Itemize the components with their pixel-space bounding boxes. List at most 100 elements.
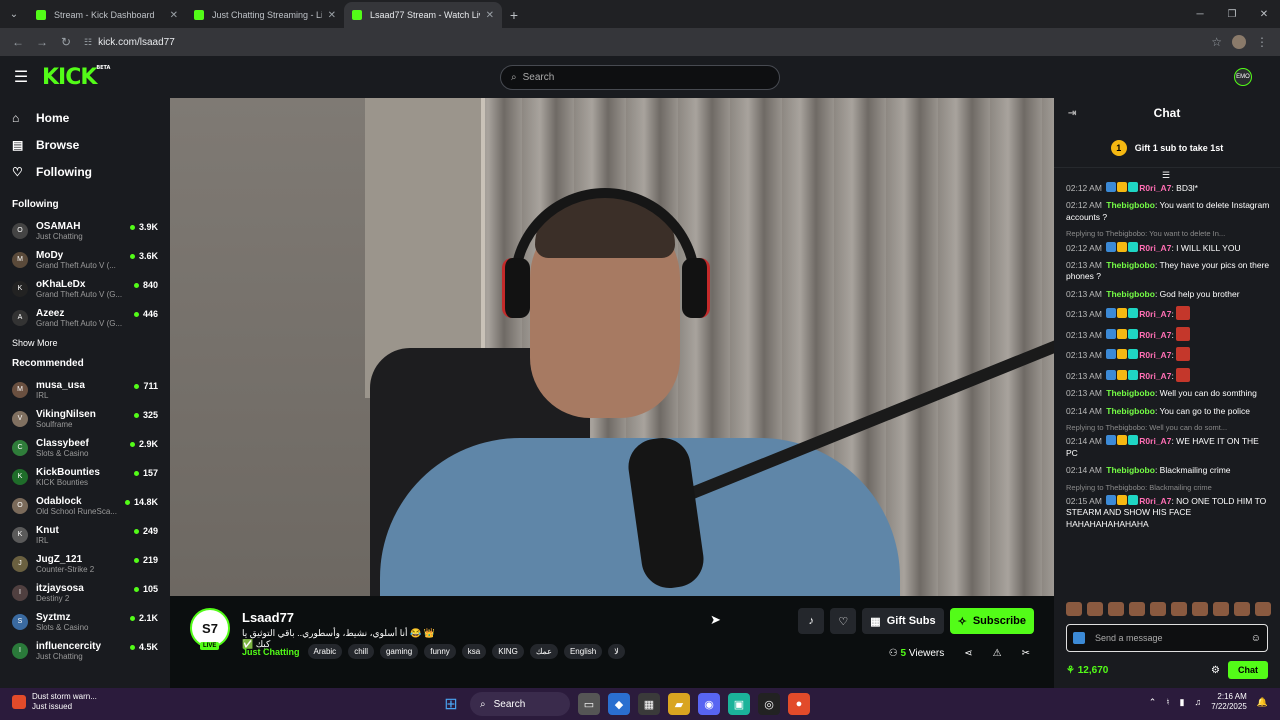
sidebar-channel[interactable]: Iitzjaysosa Destiny 2 105 [0,578,170,607]
chat-username[interactable]: Thebigbobo [1106,289,1155,299]
sidebar-channel[interactable]: O OSAMAH Just Chatting 3.9K [0,216,170,245]
follow-button[interactable]: ♡ [830,608,857,634]
tag-chip[interactable]: funny [424,644,456,659]
sidebar-channel[interactable]: Iinfluencercity Just Chatting 4.5K [0,636,170,665]
sidebar-channel[interactable]: Mmusa_usa IRL 711 [0,375,170,404]
tag-chip[interactable]: English [563,644,603,659]
emote-icon[interactable] [1129,602,1145,616]
close-window-icon[interactable]: ✕ [1248,0,1280,28]
chat-username[interactable]: Thebigbobo [1106,260,1155,270]
task-view-icon[interactable]: ▭ [578,693,600,715]
clip-icon[interactable]: ✂ [1022,648,1030,659]
tag-chip[interactable]: gaming [379,644,419,659]
sidebar-channel[interactable]: J JugZ_121 Counter-Strike 2 219 [0,549,170,578]
show-more-link[interactable]: Show More [0,332,170,352]
chat-username[interactable]: Thebigbobo [1106,388,1155,398]
store-icon[interactable]: ▦ [638,693,660,715]
emote-icon[interactable] [1108,602,1124,616]
kick-emote-icon[interactable] [1073,632,1085,644]
new-tab-button[interactable]: + [502,2,526,28]
tag-chip[interactable]: عمك [529,644,558,659]
sidebar-channel[interactable]: K KickBounties KICK Bounties 157 [0,462,170,491]
video-player[interactable] [170,98,1054,596]
channel-name[interactable]: Lsaad77 [242,610,294,625]
emote-icon[interactable] [1255,602,1271,616]
chat-username[interactable]: R0ri_A7 [1139,496,1171,506]
url-field[interactable]: ☷ kick.com/lsaad77 [84,31,1211,53]
minimize-icon[interactable]: ─ [1184,0,1216,28]
share-icon[interactable]: ⋖ [964,648,972,659]
tag-chip[interactable]: Arabic [307,644,343,659]
sidebar-channel[interactable]: M MoDy Grand Theft Auto V (... 3.6K [0,245,170,274]
close-icon[interactable]: ✕ [486,10,494,21]
chevron-up-icon[interactable]: ⌃ [1149,697,1157,708]
profile-avatar[interactable] [1232,35,1246,49]
sidebar-channel[interactable]: KoKhaLeDx Grand Theft Auto V (G... 840 [0,274,170,303]
chat-username[interactable]: Thebigbobo [1106,465,1155,475]
channel-points[interactable]: ⚘ 12,670 [1066,665,1108,676]
chat-username[interactable]: R0ri_A7 [1139,436,1171,446]
network-icon[interactable]: ▮ [1179,697,1184,708]
category-link[interactable]: Just Chatting [242,647,300,657]
emote-icon[interactable] [1066,602,1082,616]
chat-username[interactable]: R0ri_A7 [1139,330,1171,340]
close-icon[interactable]: ✕ [328,10,336,21]
sidebar-item-browse[interactable]: ▤ Browse [0,131,170,158]
chat-message-input[interactable]: Send a message ☺ [1066,624,1268,652]
chat-username[interactable]: R0ri_A7 [1139,371,1171,381]
app-icon[interactable]: ▣ [728,693,750,715]
tag-chip[interactable]: KING [492,644,524,659]
browser-menu-icon[interactable]: ⋮ [1256,35,1268,49]
collapse-chat-icon[interactable]: ⇥ [1068,108,1076,119]
gift-leaderboard-banner[interactable]: 1 Gift 1 sub to take 1st [1054,128,1280,168]
notifications-icon[interactable]: 🔔 [1257,697,1268,708]
bookmark-star-icon[interactable]: ☆ [1211,35,1222,49]
windows-start-icon[interactable]: ⊞ [440,693,462,715]
chat-username[interactable]: R0ri_A7 [1139,183,1171,193]
chrome-icon[interactable]: ● [788,693,810,715]
volume-icon[interactable]: ♫ [1194,697,1201,707]
tag-chip[interactable]: لا [608,644,625,659]
reply-preview[interactable]: Replying to Thebigbobo: Well you can do … [1066,423,1270,433]
sidebar-channel[interactable]: K Knut IRL 249 [0,520,170,549]
emote-icon[interactable] [1192,602,1208,616]
browser-tab-1[interactable]: Stream - Kick Dashboard ✕ [28,2,186,28]
sidebar-channel[interactable]: A Azeez Grand Theft Auto V (G... 446 [0,303,170,332]
expand-pinned-icon[interactable]: ☰ [1162,170,1170,181]
sidebar-channel[interactable]: S Syztmz Slots & Casino 2.1K [0,607,170,636]
copilot-icon[interactable]: ◆ [608,693,630,715]
report-icon[interactable]: ⚠ [993,648,1002,659]
sidebar-channel[interactable]: V VikingNilsen Soulframe 325 [0,404,170,433]
weather-widget[interactable]: Dust storm warn... Just issued [12,692,97,711]
emote-icon[interactable] [1171,602,1187,616]
chat-username[interactable]: Thebigbobo [1106,200,1155,210]
site-info-icon[interactable]: ☷ [84,37,92,48]
reply-preview[interactable]: Replying to Thebigbobo: Blackmailing cri… [1066,483,1270,493]
emote-icon[interactable] [1150,602,1166,616]
chat-username[interactable]: R0ri_A7 [1139,309,1171,319]
microphone-icon[interactable]: ♮ [1166,697,1169,708]
emote-icon[interactable] [1234,602,1250,616]
clock[interactable]: 2:16 AM 7/22/2025 [1211,692,1247,712]
reply-preview[interactable]: Replying to Thebigbobo: You want to dele… [1066,229,1270,239]
emote-icon[interactable] [1213,602,1229,616]
kick-logo[interactable]: KICK BETA [42,65,110,90]
gift-subs-button[interactable]: ▦ Gift Subs [862,608,944,634]
reload-icon[interactable]: ↻ [54,30,78,54]
sidebar-channel[interactable]: O Odablock Old School RuneSca... 14.8K [0,491,170,520]
search-input[interactable]: ⌕ Search [500,65,780,90]
send-chat-button[interactable]: Chat [1228,661,1268,679]
sidebar-item-following[interactable]: ♡ Following [0,158,170,185]
taskbar-search[interactable]: ⌕ Search [470,692,570,716]
subscribe-button[interactable]: ✧ Subscribe [949,608,1034,634]
sidebar-channel[interactable]: C Classybeef Slots & Casino 2.9K [0,433,170,462]
chat-username[interactable]: Thebigbobo [1106,406,1155,416]
emote-icon[interactable] [1087,602,1103,616]
tag-chip[interactable]: ksa [461,644,487,659]
menu-icon[interactable]: ☰ [0,67,42,87]
user-avatar[interactable]: EMO [1234,68,1252,86]
notification-bell-button[interactable]: ♪ [798,608,825,634]
obs-icon[interactable]: ◎ [758,693,780,715]
tab-search-icon[interactable]: ⌄ [0,0,28,28]
tag-chip[interactable]: chill [348,644,374,659]
